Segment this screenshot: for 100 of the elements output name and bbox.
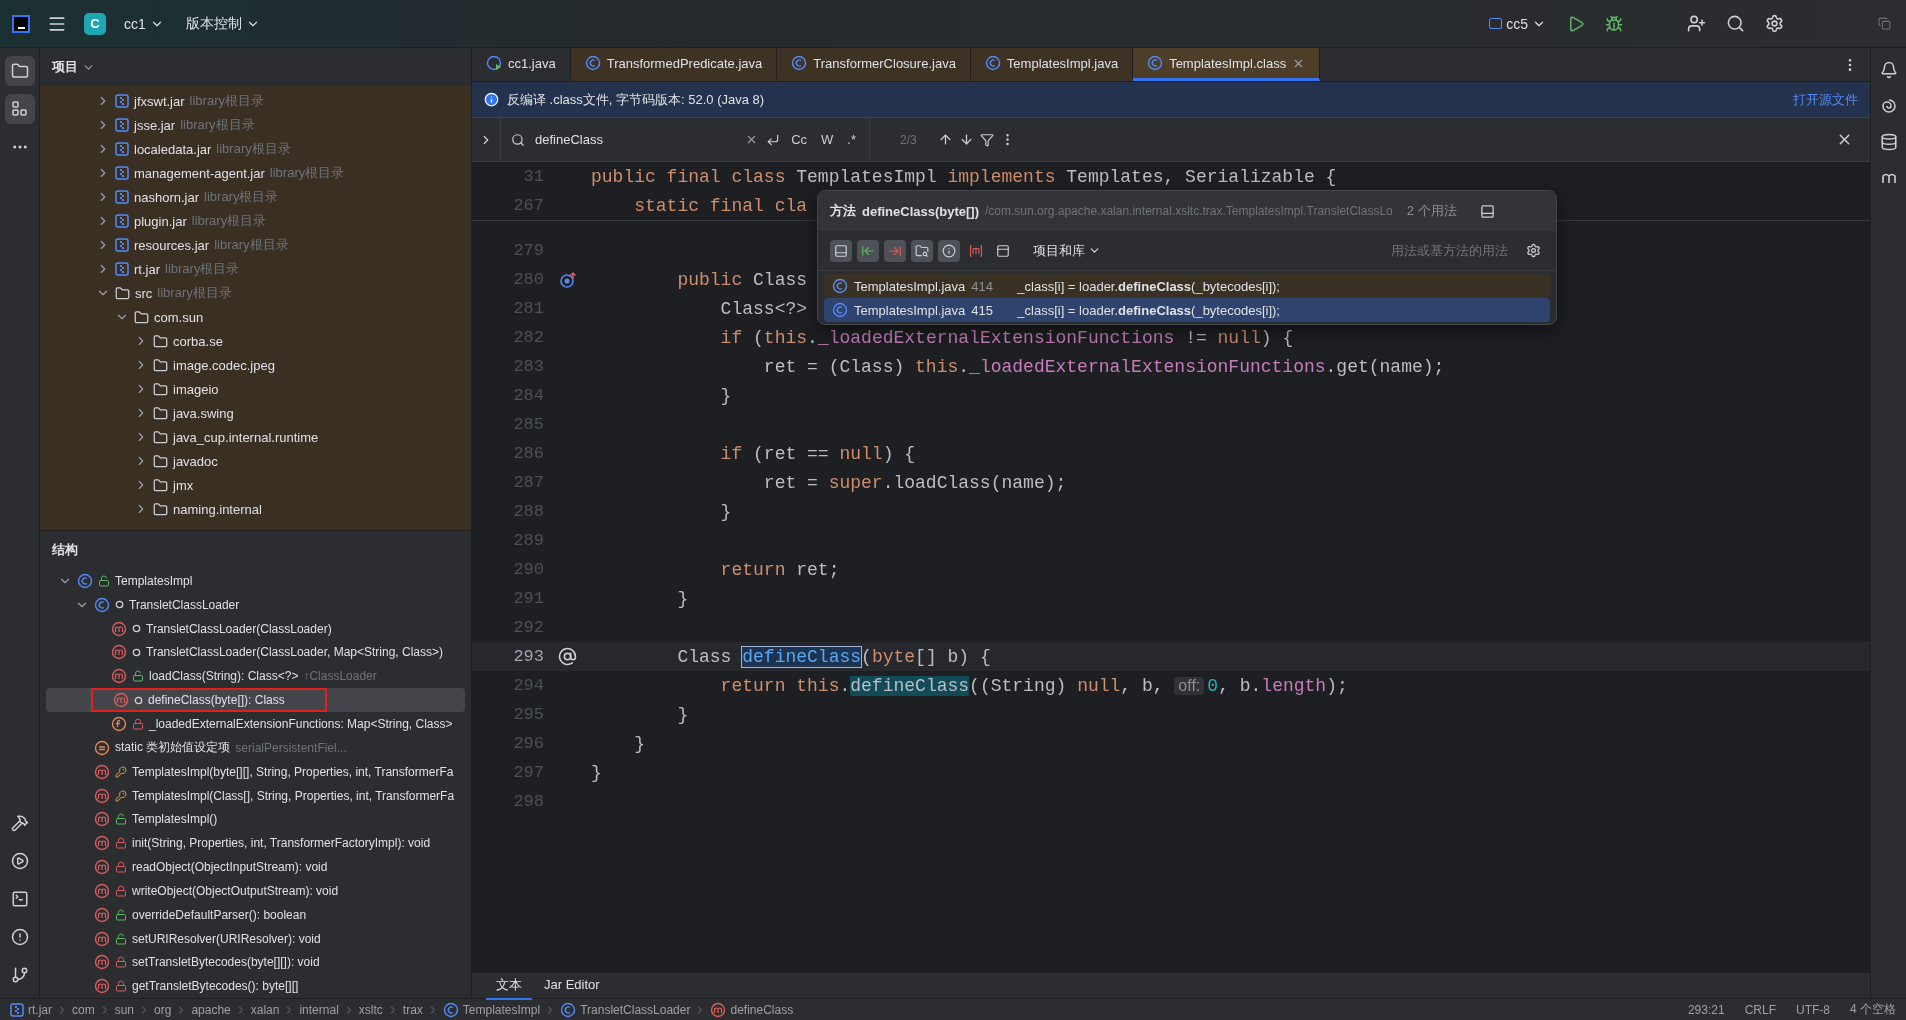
line-number: 293	[512, 647, 544, 666]
breadcrumb[interactable]: trax	[402, 1002, 423, 1017]
merge-filter-icon[interactable]	[830, 239, 852, 262]
vcs-menu[interactable]: 版本控制	[181, 10, 264, 37]
structure-item[interactable]: setTransletBytecodes(byte[][]): void	[132, 955, 320, 970]
tree-item[interactable]: corba.se	[173, 333, 223, 349]
run-config-selector[interactable]: cc5	[1485, 11, 1550, 36]
editor-tab[interactable]: TransformedPredicate.java	[570, 48, 778, 81]
usage-file: TemplatesImpl.java	[854, 278, 966, 294]
structure-item[interactable]: TransletClassLoader(ClassLoader, Map<String, Class>)	[146, 645, 444, 660]
editor-tab[interactable]: TransformerClosure.java	[777, 48, 971, 81]
editor-tab[interactable]: TemplatesImpl.java	[970, 48, 1134, 81]
tree-item[interactable]: jfxswt.jar	[134, 93, 185, 109]
status-item[interactable]: 4 个空格	[1850, 1001, 1896, 1018]
method-icon	[111, 644, 127, 661]
status-item[interactable]: 293:21	[1687, 1002, 1725, 1017]
tree-item[interactable]: plugin.jar	[134, 213, 187, 229]
structure-item[interactable]: _loadedExternalExtensionFunctions: Map<String, Class>	[149, 717, 453, 732]
search-option[interactable]: .*	[844, 130, 859, 149]
structure-item[interactable]: TemplatesImpl(Class[], String, Properties, int, TransformerFa	[132, 788, 455, 803]
annotation-icon[interactable]	[558, 647, 577, 666]
override-icon[interactable]	[558, 270, 577, 289]
tree-item[interactable]: src	[135, 285, 153, 301]
info-filter-icon[interactable]	[938, 239, 960, 262]
editor-mode-tab[interactable]: Jar Editor	[534, 973, 610, 998]
code-line: return ret;	[719, 559, 840, 580]
app-logo[interactable]	[12, 14, 30, 33]
usage-row[interactable]: TemplatesImpl.java 415 _class[i] = loader.defineClass(_bytecodes[i]);	[824, 298, 1550, 322]
breadcrumb[interactable]: com	[72, 1002, 95, 1017]
structure-item[interactable]: TemplatesImpl	[115, 573, 193, 588]
jar-icon	[115, 94, 129, 108]
write-filter-icon[interactable]	[884, 239, 906, 262]
breadcrumb[interactable]: xalan	[250, 1002, 280, 1017]
tree-item[interactable]: management-agent.jar	[134, 165, 265, 181]
tree-item[interactable]: naming.internal	[173, 501, 262, 517]
structure-item[interactable]: writeObject(ObjectOutputStream): void	[132, 883, 339, 898]
structure-item[interactable]: TransletClassLoader(ClassLoader)	[146, 621, 332, 636]
restore-window-icon[interactable]	[1875, 14, 1894, 33]
panel-title[interactable]: 项目	[52, 58, 78, 76]
structure-item[interactable]: init(String, Properties, int, TransformerFactoryImpl): void	[132, 836, 431, 851]
breadcrumb[interactable]: org	[154, 1002, 172, 1017]
tree-item[interactable]: resources.jar	[134, 237, 210, 253]
method-icon	[111, 668, 127, 685]
structure-icon[interactable]	[4, 94, 35, 124]
breadcrumb[interactable]: rt.jar	[28, 1002, 52, 1017]
tree-item[interactable]: nashorn.jar	[134, 189, 200, 205]
tree-item[interactable]: image.codec.jpeg	[173, 357, 275, 373]
structure-item[interactable]: setURIResolver(URIResolver): void	[132, 931, 321, 946]
tree-item[interactable]: imageio	[173, 381, 219, 397]
breadcrumb[interactable]: xsltc	[358, 1002, 383, 1017]
search-option[interactable]: W	[818, 130, 837, 149]
folder-icon[interactable]	[4, 56, 35, 86]
tree-item[interactable]: java_cup.internal.runtime	[173, 429, 319, 445]
status-item[interactable]: CRLF	[1744, 1002, 1776, 1017]
editor-tab[interactable]: TemplatesImpl.class	[1133, 48, 1321, 81]
structure-item[interactable]: loadClass(String): Class<?>	[149, 669, 299, 684]
breadcrumb[interactable]: apache	[191, 1002, 231, 1017]
structure-item[interactable]: TemplatesImpl()	[132, 812, 218, 827]
breadcrumb[interactable]: TemplatesImpl	[462, 1002, 541, 1017]
structure-item[interactable]: defineClass(byte[]): Class	[148, 693, 285, 708]
structure-item[interactable]: TransletClassLoader	[129, 597, 240, 612]
folder-filter-icon[interactable]	[911, 239, 933, 262]
tree-item[interactable]: jsse.jar	[134, 117, 176, 133]
selected-row[interactable]: defineClass(byte[]): Class	[46, 688, 465, 713]
read-filter-icon[interactable]	[857, 239, 879, 262]
filter-label: 用法或基方法的用法	[1391, 241, 1508, 260]
field-icon	[111, 716, 127, 733]
tree-item-hint: library根目录	[157, 284, 232, 302]
tree-item[interactable]: com.sun	[154, 309, 204, 325]
jar-icon	[115, 262, 129, 276]
status-item[interactable]: UTF-8	[1796, 1002, 1830, 1017]
structure-item[interactable]: overrideDefaultParser(): boolean	[132, 907, 307, 922]
search-field[interactable]: defineClass	[533, 131, 738, 148]
breadcrumb[interactable]: TransletClassLoader	[580, 1002, 691, 1017]
structure-item[interactable]: readObject(ObjectInputStream): void	[132, 860, 328, 874]
jar-icon	[10, 1002, 24, 1017]
search-option[interactable]: Cc	[788, 130, 811, 149]
jar-icon	[115, 238, 129, 252]
method-icon	[710, 1001, 727, 1018]
usage-row[interactable]: TemplatesImpl.java 414 _class[i] = loader.defineClass(_bytecodes[i]);	[824, 274, 1550, 298]
class-icon	[94, 596, 110, 613]
tree-item[interactable]: jmx	[173, 477, 194, 493]
code-line: }	[676, 704, 689, 725]
method-icon	[94, 835, 110, 852]
tree-item[interactable]: javadoc	[173, 453, 218, 469]
tree-item[interactable]: localedata.jar	[134, 141, 212, 157]
structure-item[interactable]: getTransletBytecodes(): byte[][]	[132, 979, 299, 994]
newline-icon[interactable]	[766, 132, 781, 147]
tree-item[interactable]: rt.jar	[134, 261, 160, 277]
class-icon	[1147, 55, 1164, 71]
breadcrumb[interactable]: defineClass	[730, 1002, 794, 1017]
breadcrumb[interactable]: sun	[114, 1002, 135, 1017]
structure-item[interactable]: static 类初始值设定项	[115, 739, 231, 757]
open-source-link[interactable]: 打开源文件	[1793, 90, 1858, 109]
structure-item[interactable]: TemplatesImpl(byte[][], String, Properties, int, TransformerFa	[132, 764, 454, 779]
breadcrumb[interactable]: internal	[299, 1002, 339, 1017]
scope-dropdown[interactable]: 项目和库	[1027, 240, 1107, 261]
tree-item-hint: library根目录	[269, 164, 345, 182]
tree-item[interactable]: java.swing	[173, 405, 234, 421]
project-switcher[interactable]: cc1	[120, 11, 168, 36]
